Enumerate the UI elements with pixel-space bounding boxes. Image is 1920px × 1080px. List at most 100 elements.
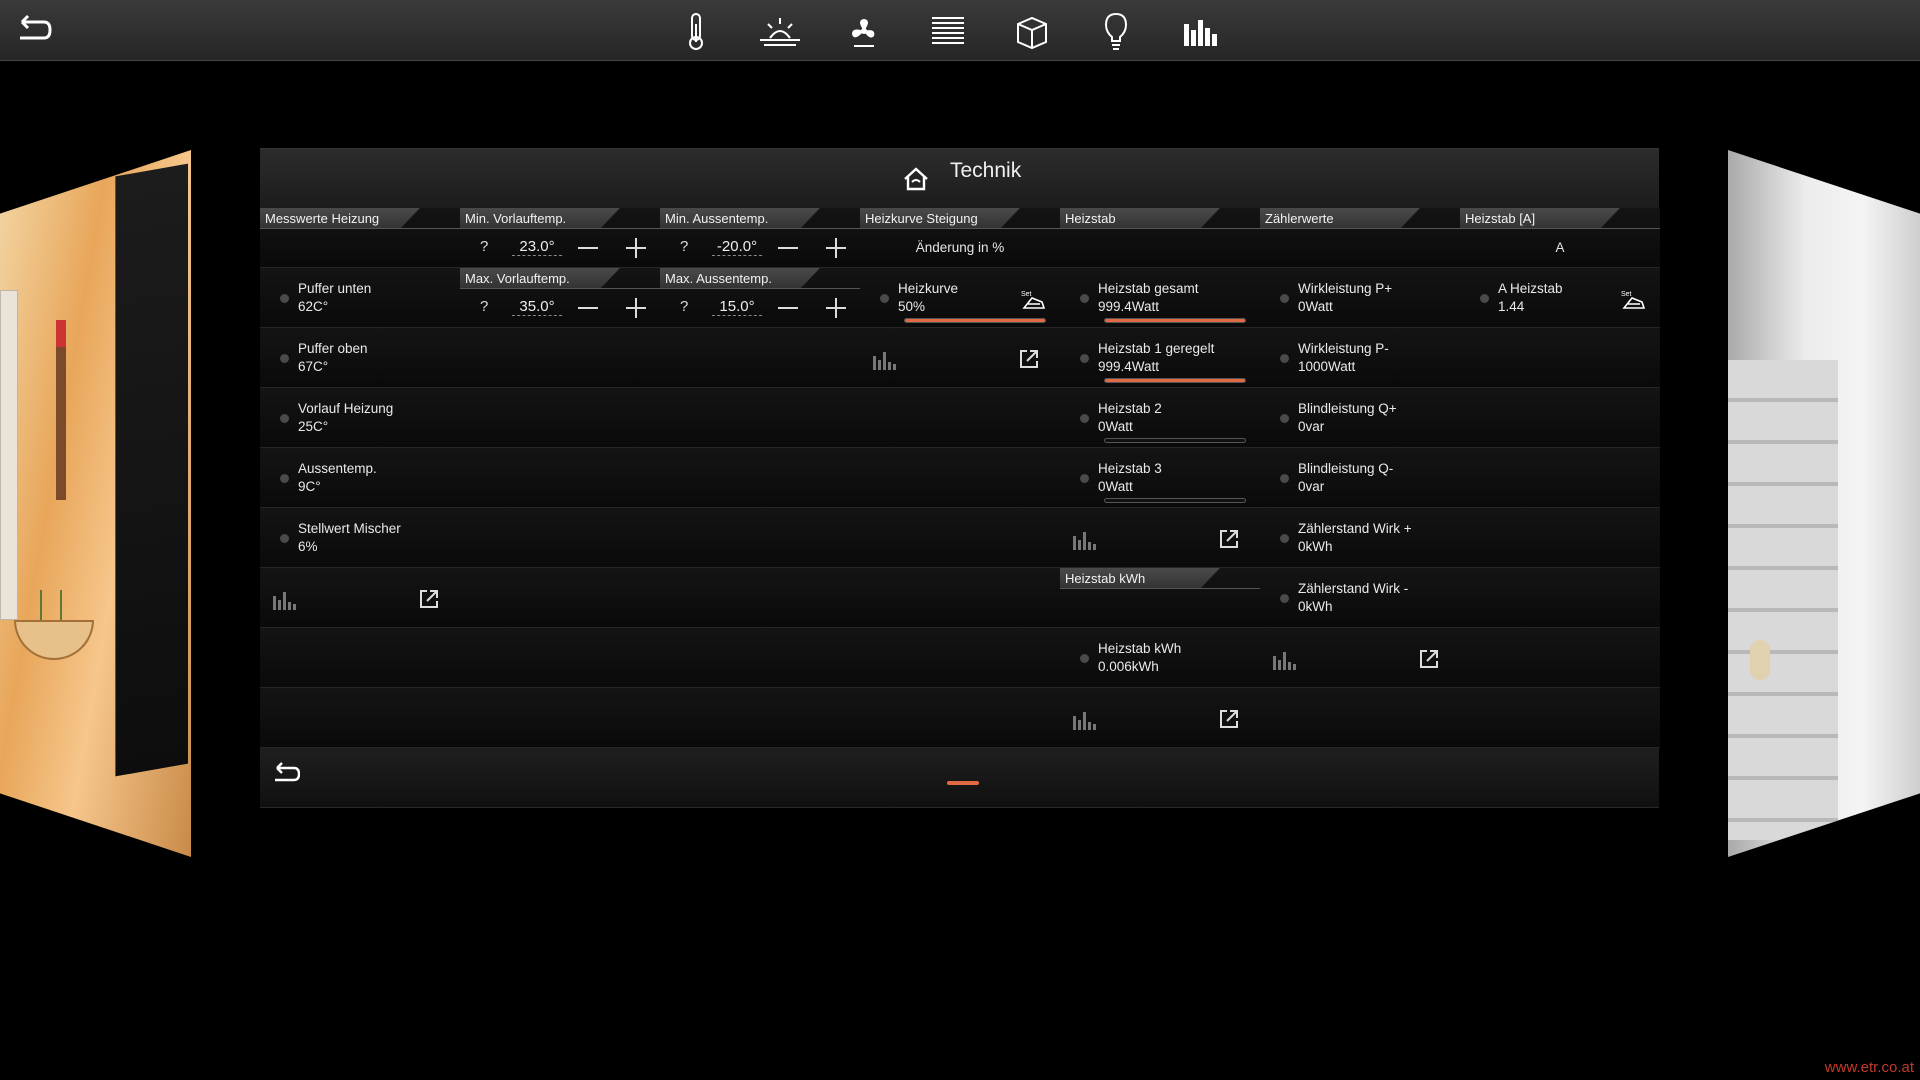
level-bar [1104, 378, 1246, 383]
item-label: Heizstab 2 [1098, 401, 1162, 416]
status-dot [1280, 474, 1289, 483]
back-arrow-icon[interactable] [12, 14, 52, 48]
decrement-button[interactable] [778, 247, 798, 249]
column-heizkurve: Heizkurve Steigung Änderung in % Heizkur… [860, 208, 1060, 748]
list-item: Wirkleistung P- 1000Watt [1260, 328, 1460, 388]
list-item: Aussentemp. 9C° [260, 448, 460, 508]
external-link-icon[interactable] [1018, 348, 1040, 370]
item-label: Blindleistung Q- [1298, 461, 1394, 476]
column-vorlauftemp: Min. Vorlauftemp. ? 23.0° Max. Vorlaufte… [460, 208, 660, 748]
item-value: 67C° [298, 359, 329, 374]
watermark: www.etr.co.at [1824, 1059, 1914, 1076]
next-room-preview[interactable] [1728, 150, 1920, 857]
help-icon[interactable]: ? [480, 298, 488, 315]
status-dot [280, 534, 289, 543]
list-item: Zählerstand Wirk - 0kWh [1260, 568, 1460, 628]
status-dot [280, 294, 289, 303]
decrement-button[interactable] [778, 307, 798, 309]
external-link-icon[interactable] [418, 588, 440, 610]
level-bar [1104, 438, 1246, 443]
set-hand-icon[interactable]: Set [1020, 288, 1046, 312]
max-vorlauf-value[interactable]: 35.0° [512, 298, 562, 316]
item-value: 0.006kWh [1098, 659, 1159, 674]
increment-button[interactable] [626, 298, 646, 318]
list-item: Heizkurve 50% Set [860, 268, 1060, 328]
help-icon[interactable]: ? [480, 238, 488, 255]
set-hand-icon[interactable]: Set [1620, 288, 1646, 312]
item-value: 0kWh [1298, 599, 1333, 614]
level-bar [904, 318, 1046, 323]
blinds-icon[interactable] [926, 10, 970, 52]
chart-icon[interactable] [1072, 530, 1096, 550]
box-icon[interactable] [1010, 10, 1054, 52]
column-heizstab-a: Heizstab [A] A A Heizstab 1.44 Set [1460, 208, 1660, 748]
svg-text:Set: Set [1021, 291, 1032, 298]
status-dot [1280, 354, 1289, 363]
item-label: Zählerstand Wirk + [1298, 521, 1412, 536]
min-aussen-stepper: Min. Aussentemp. ? -20.0° [660, 208, 860, 268]
item-label: Heizstab 1 geregelt [1098, 341, 1215, 356]
status-dot [280, 414, 289, 423]
status-dot [1080, 354, 1089, 363]
section-header: Min. Aussentemp. [660, 208, 860, 230]
external-link-icon[interactable] [1418, 648, 1440, 670]
item-value: 999.4Watt [1098, 299, 1160, 314]
action-row [260, 568, 460, 628]
room-control-preview [115, 163, 188, 777]
item-label: Heizstab 3 [1098, 461, 1162, 476]
list-item: Wirkleistung P+ 0Watt [1260, 268, 1460, 328]
max-aussen-value[interactable]: 15.0° [712, 298, 762, 316]
list-item: A Heizstab 1.44 Set [1460, 268, 1660, 328]
status-dot [1480, 294, 1489, 303]
min-vorlauf-value[interactable]: 23.0° [512, 238, 562, 256]
status-dot [1280, 594, 1289, 603]
back-arrow-icon[interactable] [270, 762, 301, 788]
max-vorlauf-stepper: Max. Vorlauftemp. ? 35.0° [460, 268, 660, 328]
list-item: Puffer unten 62C° [260, 268, 460, 328]
bulb-icon[interactable] [1094, 10, 1138, 52]
column-aussentemp: Min. Aussentemp. ? -20.0° Max. Aussentem… [660, 208, 860, 748]
item-value: 0Watt [1098, 479, 1133, 494]
item-label: Puffer oben [298, 341, 368, 356]
chart-icon[interactable] [1272, 650, 1296, 670]
thermometer-icon[interactable] [674, 10, 718, 52]
chart-icon[interactable] [1072, 710, 1096, 730]
help-icon[interactable]: ? [680, 298, 688, 315]
section-header: Max. Aussentemp. [660, 268, 860, 290]
external-link-icon[interactable] [1218, 708, 1240, 730]
item-value: 1000Watt [1298, 359, 1356, 374]
list-item: Vorlauf Heizung 25C° [260, 388, 460, 448]
list-item: Blindleistung Q- 0var [1260, 448, 1460, 508]
action-row [1060, 508, 1260, 568]
external-link-icon[interactable] [1218, 528, 1240, 550]
sunrise-icon[interactable] [758, 10, 802, 52]
increment-button[interactable] [826, 298, 846, 318]
item-label: Wirkleistung P+ [1298, 281, 1393, 296]
section-header: Zählerwerte [1260, 208, 1460, 230]
page-title: Technik [950, 159, 1022, 182]
min-aussen-value[interactable]: -20.0° [712, 238, 762, 256]
section-header: Max. Vorlauftemp. [460, 268, 660, 290]
decrement-button[interactable] [578, 307, 598, 309]
list-item: Zählerstand Wirk + 0kWh [1260, 508, 1460, 568]
chart-icon[interactable] [872, 350, 896, 370]
item-value: 9C° [298, 479, 321, 494]
chart-icon[interactable] [272, 590, 296, 610]
bar-chart-icon[interactable] [1178, 10, 1222, 52]
status-dot [1280, 534, 1289, 543]
item-value: 6% [298, 539, 318, 554]
top-nav-bar [0, 0, 1920, 61]
item-value: 0kWh [1298, 539, 1333, 554]
main-panel: Technik Messwerte Heizung Puffer unten 62… [260, 148, 1660, 808]
fan-icon[interactable] [842, 10, 886, 52]
page-indicator[interactable] [947, 781, 979, 785]
decrement-button[interactable] [578, 247, 598, 249]
item-value: 0Watt [1298, 299, 1333, 314]
previous-room-preview[interactable] [0, 150, 191, 857]
action-row [860, 328, 1060, 388]
stairs-decor [1728, 360, 1838, 840]
help-icon[interactable]: ? [680, 238, 688, 255]
item-label: Heizstab kWh [1098, 641, 1182, 656]
increment-button[interactable] [626, 238, 646, 258]
increment-button[interactable] [826, 238, 846, 258]
